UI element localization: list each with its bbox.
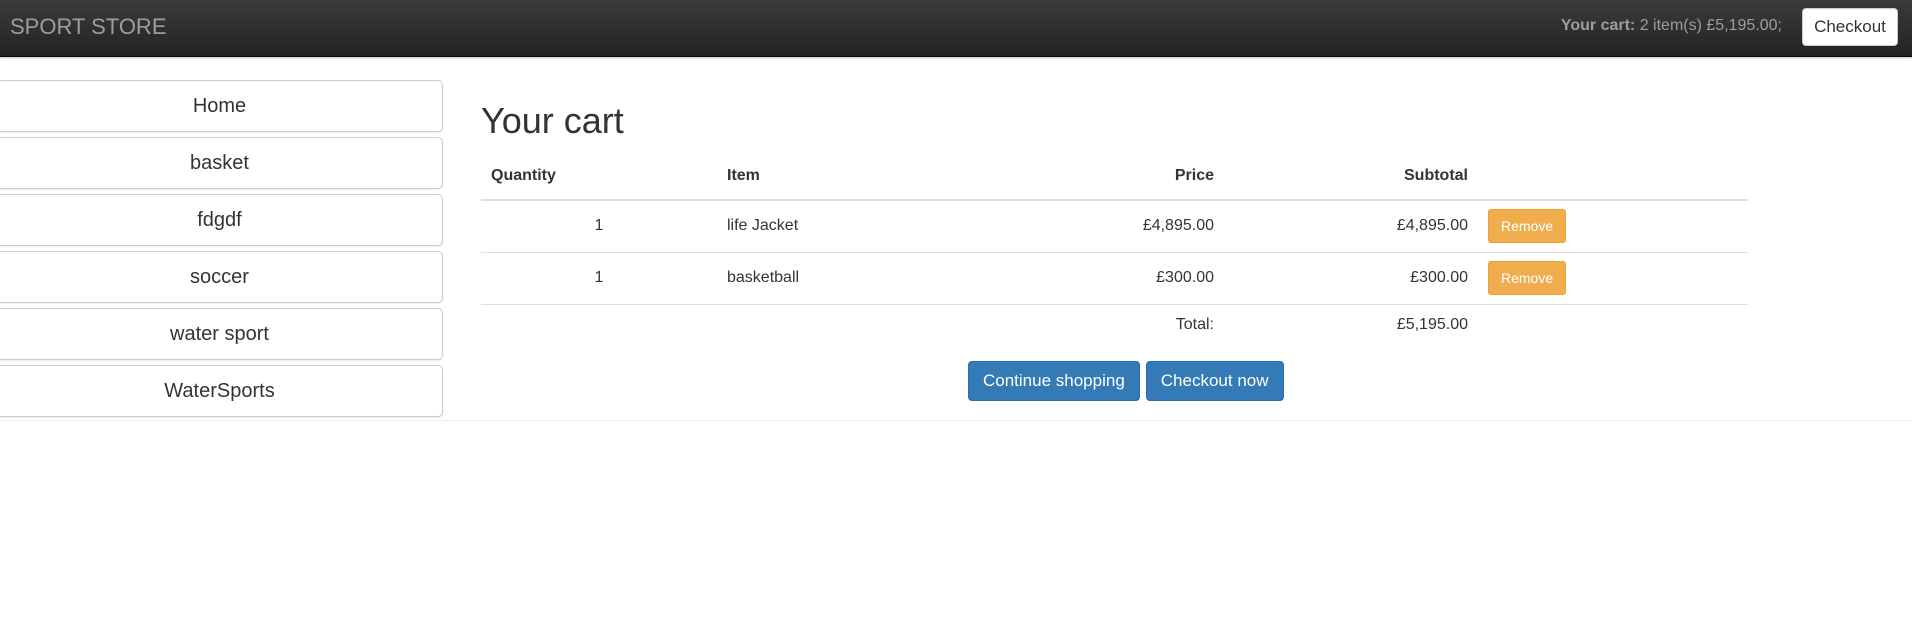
header-subtotal: Subtotal <box>1224 152 1478 201</box>
cell-action: Remove <box>1478 200 1748 253</box>
header-item: Item <box>717 152 971 201</box>
top-navbar: SPORT STORE Your cart: 2 item(s) £5,195.… <box>0 0 1912 57</box>
cart-actions: Continue shopping Checkout now <box>968 361 1284 401</box>
navbar-checkout-button[interactable]: Checkout <box>1802 8 1898 46</box>
cell-quantity: 1 <box>481 200 717 253</box>
cart-summary: Your cart: 2 item(s) £5,195.00; <box>1561 16 1782 36</box>
table-row: 1 life Jacket £4,895.00 £4,895.00 Remove <box>481 200 1748 253</box>
brand-logo[interactable]: SPORT STORE <box>10 15 167 39</box>
sidebar-item-fdgdf[interactable]: fdgdf <box>0 194 443 246</box>
checkout-now-button[interactable]: Checkout now <box>1145 361 1284 401</box>
cart-table: Quantity Item Price Subtotal 1 life Jack… <box>481 152 1748 346</box>
header-quantity: Quantity <box>481 152 717 201</box>
sidebar-item-water-sport[interactable]: water sport <box>0 308 443 360</box>
cell-subtotal: £300.00 <box>1224 252 1478 305</box>
cell-item: life Jacket <box>717 200 971 253</box>
category-sidebar: Home basket fdgdf soccer water sport Wat… <box>0 80 448 422</box>
sidebar-item-home[interactable]: Home <box>0 80 443 132</box>
total-row: Total: £5,195.00 <box>481 304 1748 346</box>
header-actions <box>1478 152 1748 201</box>
cell-action: Remove <box>1478 252 1748 305</box>
cell-quantity: 1 <box>481 252 717 305</box>
sidebar-item-watersports[interactable]: WaterSports <box>0 365 443 417</box>
continue-shopping-button[interactable]: Continue shopping <box>968 361 1140 401</box>
content-divider <box>0 420 1912 421</box>
cell-price: £300.00 <box>971 252 1224 305</box>
cart-summary-label: Your cart: <box>1560 17 1636 34</box>
remove-button[interactable]: Remove <box>1488 209 1567 244</box>
total-label: Total: <box>1175 316 1214 334</box>
cell-price: £4,895.00 <box>971 200 1224 253</box>
cart-summary-value: 2 item(s) £5,195.00; <box>1639 17 1782 34</box>
header-price: Price <box>971 152 1224 201</box>
sidebar-item-soccer[interactable]: soccer <box>0 251 443 303</box>
table-header-row: Quantity Item Price Subtotal <box>481 152 1748 201</box>
cell-item: basketball <box>717 252 971 305</box>
table-row: 1 basketball £300.00 £300.00 Remove <box>481 252 1748 305</box>
remove-button[interactable]: Remove <box>1488 261 1567 295</box>
total-value: £5,195.00 <box>1396 316 1468 334</box>
main-content: Your cart Quantity Item Price Subtotal 1… <box>481 70 1751 401</box>
cell-subtotal: £4,895.00 <box>1224 200 1478 253</box>
sidebar-item-basket[interactable]: basket <box>0 137 443 189</box>
page-title: Your cart <box>481 100 624 141</box>
